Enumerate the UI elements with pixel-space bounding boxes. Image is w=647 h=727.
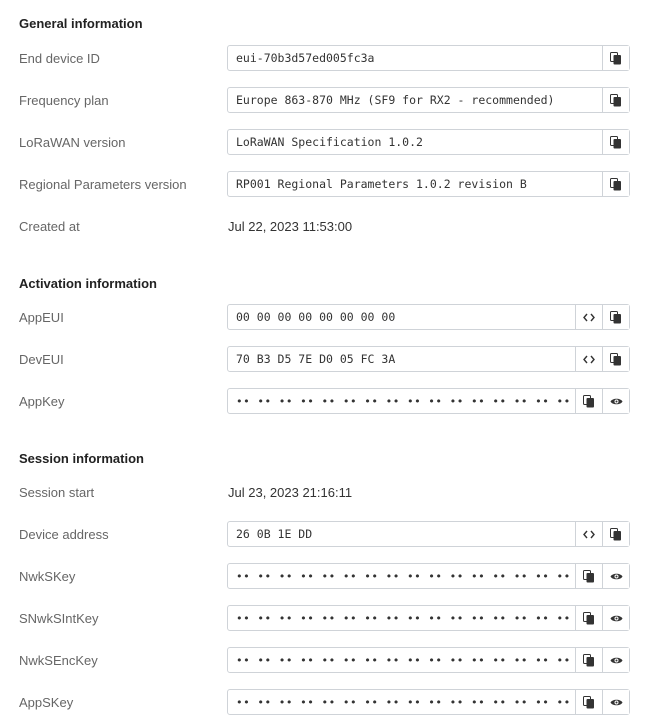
copy-icon xyxy=(610,177,621,190)
app-s-key-field: •• •• •• •• •• •• •• •• •• •• •• •• •• •… xyxy=(227,689,630,715)
show-key-button[interactable] xyxy=(602,690,629,714)
toggle-format-button[interactable] xyxy=(575,347,602,371)
device-address-value[interactable]: 26 0B 1E DD xyxy=(228,522,575,546)
end-device-id-field: eui-70b3d57ed005fc3a xyxy=(227,45,630,71)
eye-icon xyxy=(610,573,622,579)
app-key-value[interactable]: •• •• •• •• •• •• •• •• •• •• •• •• •• •… xyxy=(228,389,575,413)
session-start-label: Session start xyxy=(19,485,95,500)
eye-icon xyxy=(610,699,622,705)
app-eui-label: AppEUI xyxy=(19,310,64,325)
code-brackets-icon xyxy=(583,355,595,363)
created-at-value: Jul 22, 2023 11:53:00 xyxy=(228,219,353,234)
copy-button[interactable] xyxy=(575,389,602,413)
dev-eui-field: 70 B3 D5 7E D0 05 FC 3A xyxy=(227,346,630,372)
copy-button[interactable] xyxy=(602,88,629,112)
copy-button[interactable] xyxy=(575,648,602,672)
end-device-id-label: End device ID xyxy=(19,51,100,66)
frequency-plan-label: Frequency plan xyxy=(19,93,109,108)
copy-icon xyxy=(610,352,621,365)
copy-button[interactable] xyxy=(602,347,629,371)
regional-parameters-field: RP001 Regional Parameters 1.0.2 revision… xyxy=(227,171,630,197)
copy-icon xyxy=(583,394,594,407)
copy-icon xyxy=(610,51,621,64)
regional-parameters-value[interactable]: RP001 Regional Parameters 1.0.2 revision… xyxy=(228,172,602,196)
copy-icon xyxy=(610,93,621,106)
nwk-s-key-label: NwkSKey xyxy=(19,569,76,584)
created-at-label: Created at xyxy=(19,219,80,234)
copy-button[interactable] xyxy=(575,564,602,588)
end-device-id-value[interactable]: eui-70b3d57ed005fc3a xyxy=(228,46,602,70)
copy-button[interactable] xyxy=(602,130,629,154)
copy-button[interactable] xyxy=(602,172,629,196)
eye-icon xyxy=(610,657,622,663)
session-information-heading: Session information xyxy=(19,451,144,466)
eye-icon xyxy=(610,398,622,404)
code-brackets-icon xyxy=(583,313,595,321)
activation-information-heading: Activation information xyxy=(19,276,157,291)
copy-button[interactable] xyxy=(575,690,602,714)
copy-icon xyxy=(583,569,594,582)
app-key-field: •• •• •• •• •• •• •• •• •• •• •• •• •• •… xyxy=(227,388,630,414)
copy-button[interactable] xyxy=(602,46,629,70)
show-key-button[interactable] xyxy=(602,606,629,630)
nwk-s-enc-key-label: NwkSEncKey xyxy=(19,653,98,668)
frequency-plan-field: Europe 863-870 MHz (SF9 for RX2 - recomm… xyxy=(227,87,630,113)
nwk-s-enc-key-value[interactable]: •• •• •• •• •• •• •• •• •• •• •• •• •• •… xyxy=(228,648,575,672)
nwk-s-enc-key-field: •• •• •• •• •• •• •• •• •• •• •• •• •• •… xyxy=(227,647,630,673)
s-nwk-s-int-key-value[interactable]: •• •• •• •• •• •• •• •• •• •• •• •• •• •… xyxy=(228,606,575,630)
copy-button[interactable] xyxy=(602,522,629,546)
dev-eui-value[interactable]: 70 B3 D5 7E D0 05 FC 3A xyxy=(228,347,575,371)
copy-icon xyxy=(610,310,621,323)
dev-eui-label: DevEUI xyxy=(19,352,64,367)
general-information-heading: General information xyxy=(19,16,143,31)
toggle-format-button[interactable] xyxy=(575,305,602,329)
app-eui-field: 00 00 00 00 00 00 00 00 xyxy=(227,304,630,330)
app-eui-value[interactable]: 00 00 00 00 00 00 00 00 xyxy=(228,305,575,329)
code-brackets-icon xyxy=(583,530,595,538)
show-key-button[interactable] xyxy=(602,389,629,413)
nwk-s-key-value[interactable]: •• •• •• •• •• •• •• •• •• •• •• •• •• •… xyxy=(228,564,575,588)
copy-button[interactable] xyxy=(575,606,602,630)
eye-icon xyxy=(610,615,622,621)
frequency-plan-value[interactable]: Europe 863-870 MHz (SF9 for RX2 - recomm… xyxy=(228,88,602,112)
device-address-field: 26 0B 1E DD xyxy=(227,521,630,547)
lorawan-version-label: LoRaWAN version xyxy=(19,135,126,150)
lorawan-version-field: LoRaWAN Specification 1.0.2 xyxy=(227,129,630,155)
app-key-label: AppKey xyxy=(19,394,65,409)
s-nwk-s-int-key-field: •• •• •• •• •• •• •• •• •• •• •• •• •• •… xyxy=(227,605,630,631)
app-s-key-label: AppSKey xyxy=(19,695,74,710)
show-key-button[interactable] xyxy=(602,564,629,588)
s-nwk-s-int-key-label: SNwkSIntKey xyxy=(19,611,99,626)
copy-icon xyxy=(583,653,594,666)
copy-icon xyxy=(583,695,594,708)
show-key-button[interactable] xyxy=(602,648,629,672)
device-address-label: Device address xyxy=(19,527,109,542)
session-start-value: Jul 23, 2023 21:16:11 xyxy=(228,485,353,500)
copy-button[interactable] xyxy=(602,305,629,329)
toggle-format-button[interactable] xyxy=(575,522,602,546)
lorawan-version-value[interactable]: LoRaWAN Specification 1.0.2 xyxy=(228,130,602,154)
copy-icon xyxy=(610,135,621,148)
app-s-key-value[interactable]: •• •• •• •• •• •• •• •• •• •• •• •• •• •… xyxy=(228,690,575,714)
copy-icon xyxy=(583,611,594,624)
copy-icon xyxy=(610,527,621,540)
regional-parameters-label: Regional Parameters version xyxy=(19,177,187,192)
nwk-s-key-field: •• •• •• •• •• •• •• •• •• •• •• •• •• •… xyxy=(227,563,630,589)
